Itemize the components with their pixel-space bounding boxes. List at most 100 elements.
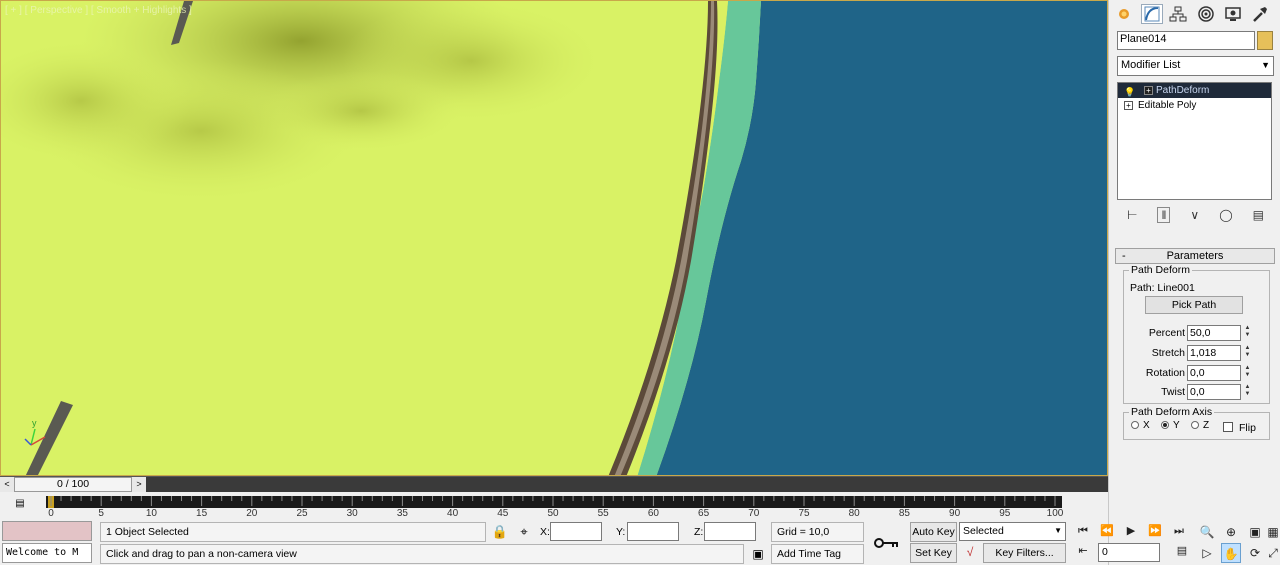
next-frame-icon[interactable]: ⏩ <box>1144 523 1166 539</box>
go-to-end-icon[interactable]: ⏭ <box>1168 523 1190 539</box>
selected-dropdown[interactable]: Selected ▼ <box>959 522 1066 541</box>
collapse-icon: - <box>1122 250 1126 262</box>
twist-spinner-arrows[interactable]: ▲ ▼ <box>1243 384 1252 400</box>
time-slider-prev-button[interactable]: < <box>0 477 14 492</box>
percent-spinner[interactable]: 50,0 <box>1187 325 1241 341</box>
track-tick-label: 25 <box>296 508 308 519</box>
path-text: Path: Line001 <box>1130 282 1195 294</box>
rollout-title: Parameters <box>1166 250 1224 262</box>
orbit-icon[interactable]: ⟳ <box>1245 543 1265 563</box>
curve-editor-icon[interactable]: √ <box>961 545 979 563</box>
expand-icon[interactable]: + <box>1124 101 1133 110</box>
stack-toolbar: ⊢ ‖ ∨ ◯ ▤ <box>1117 204 1274 226</box>
axis-y-label: Y <box>1173 420 1180 431</box>
track-tick-label: 70 <box>748 508 760 519</box>
auto-key-button[interactable]: Auto Key <box>910 522 957 542</box>
track-tick-label: 50 <box>547 508 559 519</box>
twist-spinner[interactable]: 0,0 <box>1187 384 1241 400</box>
maxscript-mini-listener[interactable]: Welcome to M <box>2 543 92 563</box>
perspective-viewport[interactable]: [ + ] [ Perspective ] [ Smooth + Highlig… <box>0 0 1108 476</box>
pin-stack-icon[interactable]: ⊢ <box>1127 208 1137 222</box>
lock-icon[interactable]: 🔒 <box>490 522 510 542</box>
track-tick-label: 15 <box>196 508 208 519</box>
rotation-label: Rotation <box>1145 367 1185 379</box>
key-icon[interactable] <box>866 522 908 564</box>
stack-item-editable-poly[interactable]: + Editable Poly <box>1118 98 1271 113</box>
play-icon[interactable]: ▶ <box>1120 523 1142 539</box>
utilities-icon[interactable] <box>1249 4 1271 24</box>
pan-view-hand-icon[interactable]: ✋ <box>1221 543 1241 563</box>
zoom-all-icon[interactable]: ⊕ <box>1221 522 1241 542</box>
display-icon[interactable] <box>1222 4 1244 24</box>
track-tick-label: 10 <box>146 508 158 519</box>
time-slider[interactable]: < 0 / 100 > <box>0 476 1108 492</box>
z-coordinate-field[interactable] <box>704 522 756 541</box>
time-configuration-icon[interactable]: ▤ <box>1171 543 1193 559</box>
create-icon[interactable] <box>1113 4 1135 24</box>
previous-frame-icon[interactable]: ⏪ <box>1096 523 1118 539</box>
viewport-navigation: 🔍 ⊕ ▣ ▦ ▷ ✋ ⟳ ⤢ <box>1195 520 1280 565</box>
chevron-down-icon: ▼ <box>1054 526 1062 535</box>
group-title: Path Deform <box>1129 264 1192 276</box>
track-tick-label: 0 <box>48 508 54 519</box>
current-frame-field[interactable]: 0 <box>1098 543 1160 562</box>
remove-modifier-icon[interactable]: ◯ <box>1219 208 1232 222</box>
absolute-mode-icon[interactable]: ⌖ <box>514 522 534 542</box>
track-tick-label: 40 <box>447 508 459 519</box>
modifier-list-dropdown[interactable]: Modifier List ▼ <box>1117 56 1274 76</box>
make-unique-icon[interactable]: ∨ <box>1190 208 1199 222</box>
x-coordinate-field[interactable] <box>550 522 602 541</box>
command-panel: Plane014 Modifier List ▼ 💡 + PathDeform … <box>1108 0 1280 565</box>
y-coordinate-field[interactable] <box>627 522 679 541</box>
axis-y-radio[interactable]: Y <box>1161 420 1180 431</box>
percent-spinner-arrows[interactable]: ▲ ▼ <box>1243 325 1252 341</box>
field-of-view-icon[interactable]: ▷ <box>1197 543 1217 563</box>
flip-checkbox[interactable] <box>1223 422 1233 432</box>
motion-icon[interactable] <box>1195 4 1217 24</box>
selected-dropdown-label: Selected <box>963 525 1004 537</box>
add-time-tag-button[interactable]: Add Time Tag <box>771 544 864 564</box>
track-tick-label: 5 <box>98 508 104 519</box>
maximize-viewport-icon[interactable]: ⤢ <box>1263 543 1280 563</box>
zoom-extents-all-icon[interactable]: ▦ <box>1263 522 1280 542</box>
time-slider-thumb[interactable]: 0 / 100 <box>14 477 132 492</box>
configure-sets-icon[interactable]: ▤ <box>1253 208 1264 222</box>
track-tick-label: 80 <box>849 508 861 519</box>
go-to-start-icon[interactable]: ⏮ <box>1072 523 1094 539</box>
object-name-field[interactable]: Plane014 <box>1117 31 1255 50</box>
axis-x-label: X <box>1143 420 1150 431</box>
stretch-spinner[interactable]: 1,018 <box>1187 345 1241 361</box>
zoom-extents-icon[interactable]: ▣ <box>1245 522 1265 542</box>
modify-icon[interactable] <box>1141 4 1163 24</box>
rotation-spinner-arrows[interactable]: ▲ ▼ <box>1243 365 1252 381</box>
parameters-rollout-header[interactable]: - Parameters <box>1115 248 1275 264</box>
radio-circle <box>1191 421 1199 430</box>
show-end-result-icon[interactable]: ‖ <box>1157 207 1171 223</box>
pick-path-button[interactable]: Pick Path <box>1145 296 1243 314</box>
stack-item-pathdeform[interactable]: 💡 + PathDeform <box>1118 83 1271 98</box>
group-title: Path Deform Axis <box>1129 406 1215 418</box>
expand-icon[interactable]: + <box>1144 86 1153 95</box>
modifier-stack[interactable]: 💡 + PathDeform + Editable Poly <box>1117 82 1272 200</box>
track-tick-label: 45 <box>497 508 509 519</box>
track-tick-label: 20 <box>246 508 258 519</box>
hierarchy-icon[interactable] <box>1167 4 1189 24</box>
time-tag-icon[interactable]: ▣ <box>748 544 768 564</box>
status-bar: Welcome to M 1 Object Selected Click and… <box>0 520 1070 565</box>
stretch-label: Stretch <box>1151 347 1185 359</box>
rotation-spinner[interactable]: 0,0 <box>1187 365 1241 381</box>
stretch-spinner-arrows[interactable]: ▲ ▼ <box>1243 345 1252 361</box>
object-color-swatch[interactable] <box>1257 31 1273 50</box>
maxscript-listener-output[interactable] <box>2 521 92 541</box>
axis-z-radio[interactable]: Z <box>1191 420 1209 431</box>
key-mode-toggle-icon[interactable]: ⇤ <box>1072 543 1094 559</box>
zoom-icon[interactable]: 🔍 <box>1197 522 1217 542</box>
set-key-button[interactable]: Set Key <box>910 543 957 563</box>
grid-spacing: Grid = 10,0 <box>771 522 864 542</box>
axis-x-radio[interactable]: X <box>1131 420 1150 431</box>
key-filters-button[interactable]: Key Filters... <box>983 543 1066 563</box>
time-slider-next-button[interactable]: > <box>132 477 146 492</box>
track-tick-label: 65 <box>698 508 710 519</box>
viewport-label[interactable]: [ + ] [ Perspective ] [ Smooth + Highlig… <box>5 5 192 16</box>
radio-circle <box>1131 421 1139 430</box>
